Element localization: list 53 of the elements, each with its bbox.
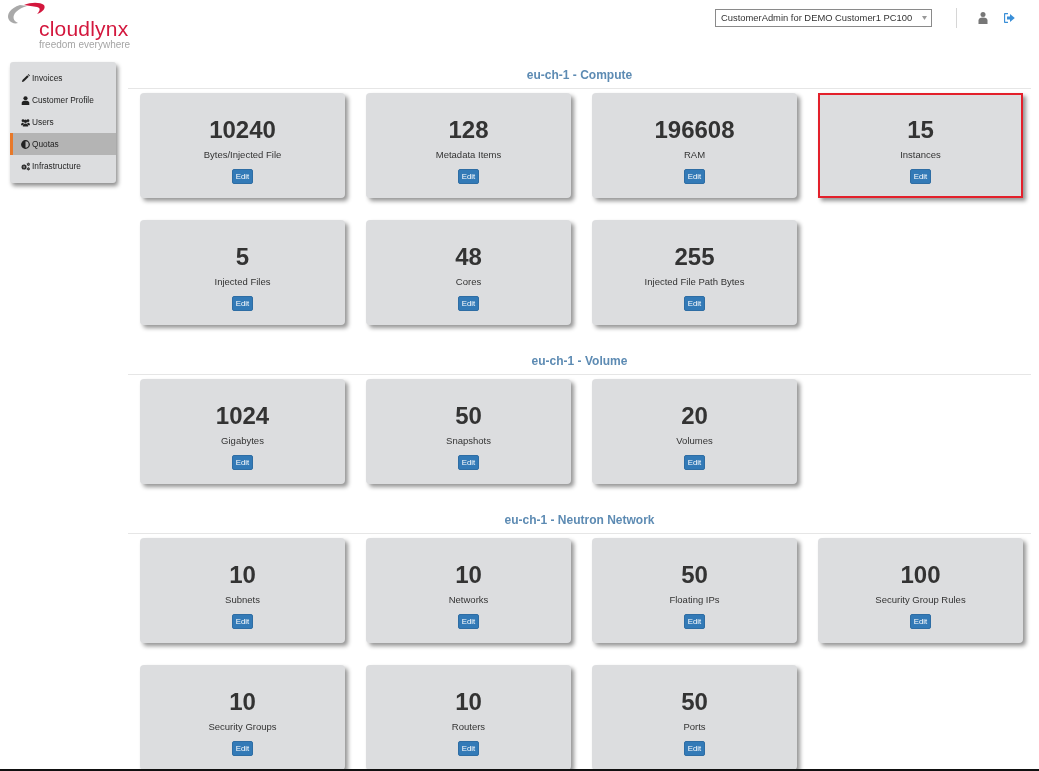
quota-label: Networks xyxy=(448,594,489,606)
gears-icon xyxy=(21,161,30,171)
half-circle-icon xyxy=(21,139,30,149)
quota-value: 10 xyxy=(455,561,482,589)
sidebar-item[interactable]: Customer Profile xyxy=(10,89,116,111)
quota-value: 50 xyxy=(681,688,708,716)
quota-label: Snapshots xyxy=(446,435,491,447)
quota-value: 10 xyxy=(455,688,482,716)
quota-value: 10240 xyxy=(209,116,276,144)
quota-value: 10 xyxy=(229,688,256,716)
quota-value: 20 xyxy=(681,402,708,430)
quota-label: Security Group Rules xyxy=(875,594,966,606)
sidebar-item[interactable]: Quotas xyxy=(10,133,116,155)
quota-value: 5 xyxy=(235,243,250,271)
quota-label: Floating IPs xyxy=(669,594,720,606)
quota-value: 100 xyxy=(900,561,941,589)
caret-icon xyxy=(922,16,927,20)
users-icon xyxy=(21,117,30,127)
section-heading: eu-ch-1 - Compute xyxy=(526,68,633,82)
user-icon[interactable] xyxy=(978,12,988,24)
quota-value: 48 xyxy=(455,243,482,271)
quota-label: Instances xyxy=(900,149,941,161)
quota-value: 10 xyxy=(229,561,256,589)
quota-label: Volumes xyxy=(676,435,713,447)
user-icon xyxy=(21,95,30,105)
quota-value: 50 xyxy=(681,561,708,589)
quota-label: Ports xyxy=(683,721,706,733)
quota-label: Gigabytes xyxy=(221,435,264,447)
quota-label: Security Groups xyxy=(208,721,277,733)
quota-value: 255 xyxy=(674,243,715,271)
sign-out-icon[interactable] xyxy=(1004,13,1015,23)
logo-tagline: freedom everywhere xyxy=(39,39,131,51)
quota-value: 15 xyxy=(907,116,934,144)
account-select[interactable]: CustomerAdmin for DEMO Customer1 PC100 xyxy=(715,9,932,27)
sidebar-item[interactable]: Invoices xyxy=(10,67,116,89)
quota-label: Routers xyxy=(451,721,486,733)
quota-label: Subnets xyxy=(225,594,260,606)
quota-label: RAM xyxy=(683,149,706,161)
section-heading: eu-ch-1 - Volume xyxy=(531,354,628,368)
quota-value: 196608 xyxy=(654,116,735,144)
section-heading: eu-ch-1 - Neutron Network xyxy=(504,513,655,527)
quota-label: Cores xyxy=(455,276,482,288)
quota-value: 128 xyxy=(448,116,489,144)
quota-label: Injected Files xyxy=(214,276,271,288)
pencil-icon xyxy=(21,73,30,83)
quota-value: 1024 xyxy=(215,402,270,430)
sidebar-item[interactable]: Users xyxy=(10,111,116,133)
quota-label: Bytes/Injected File xyxy=(203,149,282,161)
quota-value: 50 xyxy=(455,402,482,430)
logo-wordmark: cloudlynx xyxy=(39,19,130,39)
quota-label: Injected File Path Bytes xyxy=(644,276,745,288)
sidebar-item[interactable]: Infrastructure xyxy=(10,155,116,177)
quota-label: Metadata Items xyxy=(435,149,502,161)
